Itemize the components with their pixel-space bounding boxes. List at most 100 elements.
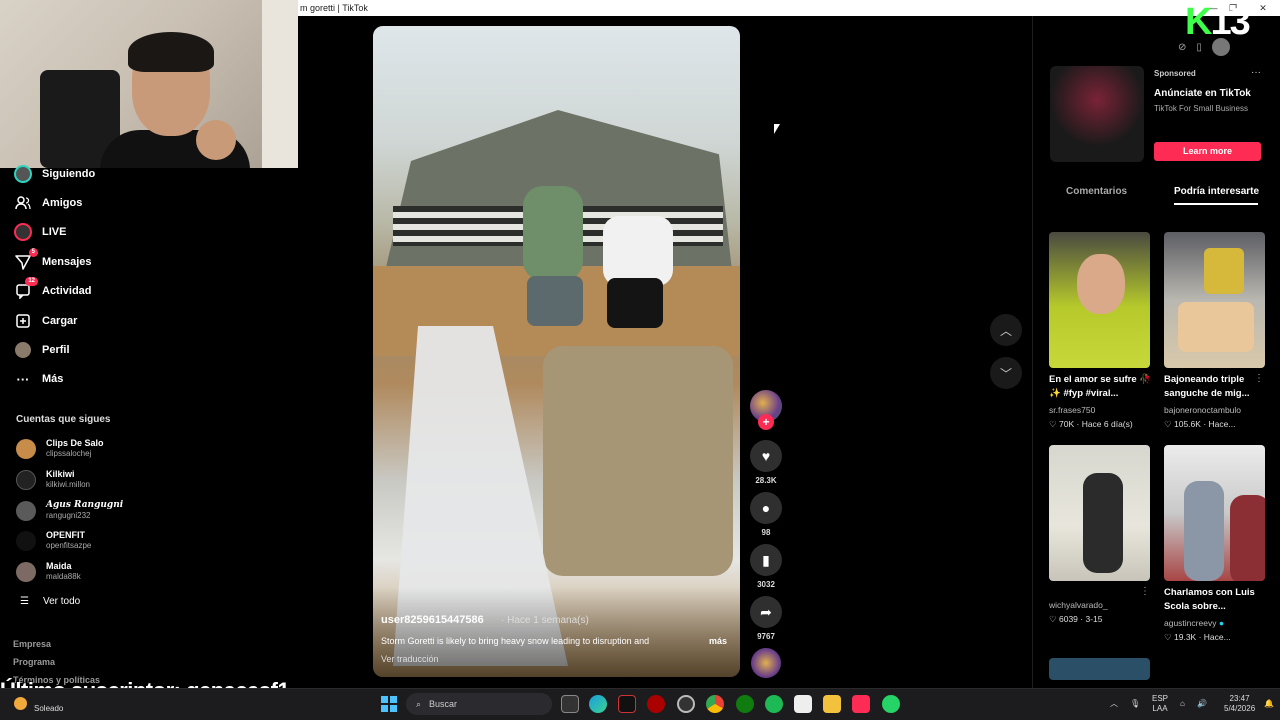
like-button[interactable]: ♥ <box>750 440 782 472</box>
webcam-background-wall <box>262 0 298 168</box>
capture-app-icon[interactable] <box>618 695 636 713</box>
ad-sponsored-label: Sponsored <box>1154 69 1196 78</box>
nav-upload[interactable]: Cargar <box>14 310 77 332</box>
suggested-video-author[interactable]: bajoneronoctambulo <box>1164 405 1241 415</box>
whatsapp-icon[interactable] <box>882 695 900 713</box>
window-title: m goretti | TikTok <box>300 3 368 13</box>
next-video-button[interactable]: ﹀ <box>990 357 1022 389</box>
following-account-openfit[interactable]: OPENFIT openfitsazpe <box>16 530 91 551</box>
taskbar-search[interactable]: ⌕ Buscar <box>406 693 552 715</box>
suggested-video-author[interactable]: wichyalvarado_ <box>1049 600 1108 610</box>
notes-app-icon[interactable] <box>794 695 812 713</box>
start-button[interactable] <box>381 696 397 712</box>
active-tab-indicator <box>1174 203 1258 205</box>
tab-suggested[interactable]: Podría interesarte <box>1174 186 1259 197</box>
suggested-video-author[interactable]: agustincreevy ● <box>1164 618 1224 628</box>
search-icon: ⌕ <box>416 698 422 709</box>
card-options-icon[interactable]: ⋮ <box>1140 586 1150 597</box>
nav-profile[interactable]: Perfil <box>14 339 70 361</box>
keyboard-language[interactable]: ESP LAA <box>1152 694 1168 714</box>
music-disc-icon[interactable] <box>751 648 781 678</box>
comment-button[interactable]: ● <box>750 492 782 524</box>
suggested-video-title[interactable]: Bajoneando triple sanguche de mig... <box>1164 373 1268 401</box>
video-author[interactable]: user8259615447586 <box>381 614 484 626</box>
xbox-icon[interactable] <box>736 695 754 713</box>
save-count: 3032 <box>757 580 775 589</box>
following-account-kilkiwi[interactable]: Kilkiwi kilkiwi.millon <box>16 469 90 490</box>
webcam-person-hand <box>196 120 236 160</box>
suggested-video-thumbnail[interactable] <box>1049 445 1150 581</box>
suggested-video-time: Hace 6 día(s) <box>1081 419 1133 429</box>
ad-learn-more-button[interactable]: Learn more <box>1154 142 1261 161</box>
verified-badge-icon: ● <box>1218 618 1224 628</box>
suggested-video-thumbnail[interactable] <box>1049 232 1150 368</box>
video-player[interactable]: user8259615447586 · Hace 1 semana(s) Sto… <box>373 26 740 677</box>
suggested-video-thumbnail[interactable] <box>1049 658 1150 680</box>
spotify-icon[interactable] <box>765 695 783 713</box>
messages-icon: 5 <box>14 248 38 271</box>
video-scene-person-white <box>603 206 673 356</box>
notifications-icon[interactable]: 🔔 <box>1264 699 1274 709</box>
edge-browser-icon[interactable] <box>589 695 607 713</box>
card-options-icon[interactable]: ⋮ <box>1254 373 1264 384</box>
chrome-browser-icon[interactable] <box>706 695 724 713</box>
share-button[interactable]: ➦ <box>750 596 782 628</box>
nav-live[interactable]: LIVE <box>14 221 66 243</box>
activity-icon: 12 <box>14 277 38 300</box>
footer-link-company[interactable]: Empresa <box>13 639 51 649</box>
account-handle: kilkiwi.millon <box>46 480 91 489</box>
account-avatar <box>16 438 36 459</box>
weather-sun-icon <box>14 697 27 710</box>
account-avatar <box>16 469 36 490</box>
previous-video-button[interactable]: ︿ <box>990 314 1022 346</box>
following-account-clipsdesalo[interactable]: Clips De Salo clipssalochej <box>16 438 104 459</box>
video-translate-link[interactable]: Ver traducción <box>381 654 439 664</box>
network-icon[interactable]: ⌂ <box>1180 699 1185 709</box>
tab-comments[interactable]: Comentarios <box>1066 186 1127 197</box>
ad-options-icon[interactable]: ··· <box>1251 67 1261 78</box>
obs-icon[interactable] <box>677 695 695 713</box>
see-all-button[interactable]: ☰ Ver todo <box>20 596 80 607</box>
nav-more[interactable]: ··· Más <box>14 368 64 390</box>
suggested-video-title[interactable]: Charlamos con Luis Scola sobre... <box>1164 586 1268 614</box>
footer-link-program[interactable]: Programa <box>13 657 55 667</box>
channel-logo: K13 <box>1185 3 1251 41</box>
suggested-video-stats: ♡ 105.6K · Hace... <box>1164 419 1236 429</box>
tray-chevron-icon[interactable]: ︿ <box>1110 699 1118 709</box>
account-handle: malda88k <box>46 572 81 581</box>
device-icon[interactable]: ▯ <box>1196 42 1202 53</box>
nav-messages[interactable]: 5 Mensajes <box>14 248 92 273</box>
following-account-maida[interactable]: Maida malda88k <box>16 561 81 582</box>
microphone-icon[interactable]: 🎙 <box>1130 699 1140 709</box>
video-scene-water <box>543 346 733 576</box>
weather-widget[interactable]: Soleado <box>34 704 63 713</box>
suggested-video-stats: ♡ 19.3K · Hace... <box>1164 632 1231 642</box>
video-more-button[interactable]: más <box>709 636 727 646</box>
nav-activity[interactable]: 12 Actividad <box>14 277 92 302</box>
suggested-video-thumbnail[interactable] <box>1164 232 1265 368</box>
nav-friends[interactable]: Amigos <box>14 192 82 214</box>
account-name: OPENFIT <box>46 530 86 540</box>
heart-icon: ♥ <box>761 448 771 464</box>
compass-icon[interactable]: ⊘ <box>1178 42 1186 53</box>
tiktok-app-icon[interactable] <box>852 695 870 713</box>
ad-thumbnail[interactable] <box>1050 66 1144 162</box>
save-button[interactable]: ▮ <box>750 544 782 576</box>
suggested-video-likes: 19.3K <box>1174 632 1197 642</box>
follow-plus-button[interactable]: + <box>758 414 774 430</box>
suggested-video-author[interactable]: sr.frases750 <box>1049 405 1095 415</box>
user-avatar-icon[interactable] <box>1211 38 1230 56</box>
nav-following[interactable]: Siguiendo <box>14 163 95 185</box>
suggested-video-title[interactable]: En el amor se sufre 🥀✨ #fyp #viral... <box>1049 373 1153 401</box>
task-view-icon[interactable] <box>561 695 579 713</box>
clock[interactable]: 23:47 5/4/2026 <box>1224 694 1255 714</box>
chevron-up-icon: ︿ <box>999 323 1012 338</box>
close-icon[interactable]: ✕ <box>1253 0 1273 16</box>
volume-icon[interactable]: 🔊 <box>1197 699 1207 709</box>
suggested-video-thumbnail[interactable] <box>1164 445 1265 581</box>
webcam-person-hair <box>128 32 214 72</box>
account-name: Clips De Salo <box>46 438 104 448</box>
recording-app-icon[interactable] <box>647 695 665 713</box>
file-explorer-icon[interactable] <box>823 695 841 713</box>
following-account-agusrangugni[interactable]: Agus Rangugni rangugni232 <box>16 500 123 521</box>
